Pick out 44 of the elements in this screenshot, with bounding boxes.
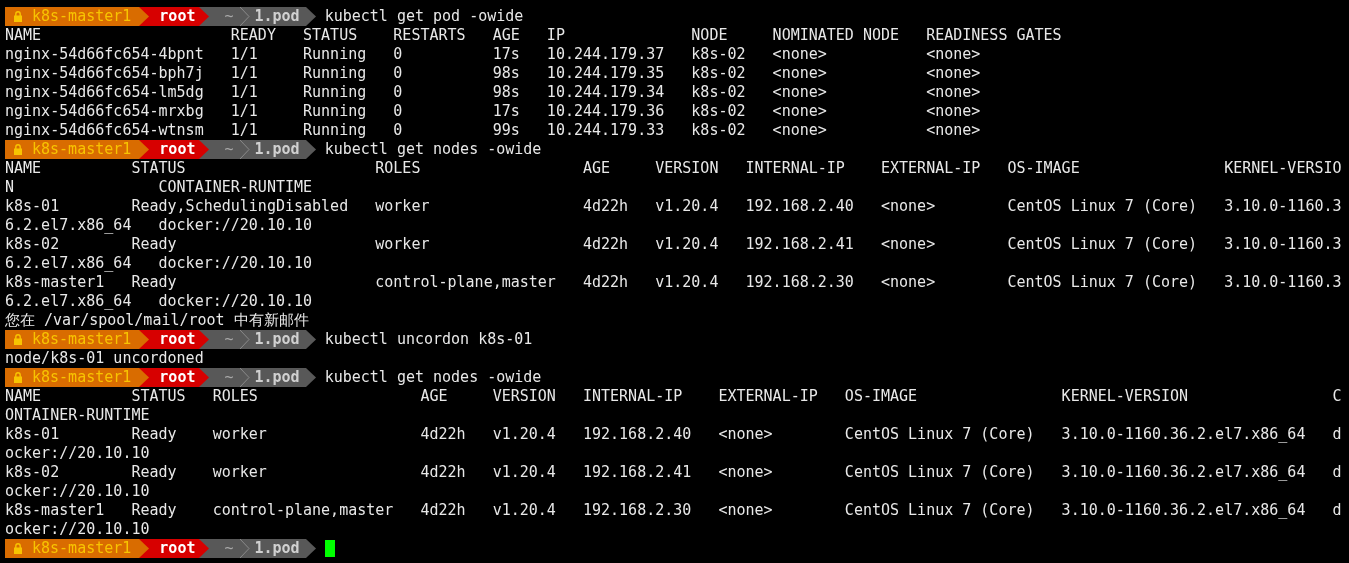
lock-icon (14, 372, 22, 383)
output-line: 6.2.el7.x86_64 docker://20.10.10 (5, 254, 313, 273)
lock-icon (14, 144, 22, 155)
terminal-cursor (324, 540, 335, 557)
output-line: k8s-master1 Ready control-plane,master 4d22h v1.20.4 192.168.2.30 <none> CentOS Linux 7 (Core) 3.10.0-1160.36.2.el7.x86_64 d (5, 501, 1342, 520)
output-line: NAME READY STATUS RESTARTS AGE IP NODE NOMINATED NODE READINESS GATES (5, 26, 1062, 45)
host-name: k8s-master1 (32, 330, 132, 349)
output-line: nginx-54d66fc654-mrxbg 1/1 Running 0 17s 10.244.179.36 k8s-02 <none> <none> (5, 102, 981, 121)
command-text: kubectl uncordon k8s-01 (324, 330, 533, 349)
output-line: nginx-54d66fc654-lm5dg 1/1 Running 0 98s 10.244.179.34 k8s-02 <none> <none> (5, 83, 981, 102)
host-name: k8s-master1 (32, 368, 132, 387)
output-line: ocker://20.10.10 (5, 520, 150, 539)
home-segment: ~ (209, 7, 238, 26)
output-line: NAME STATUS ROLES AGE VERSION INTERNAL-IP EXTERNAL-IP OS-IMAGE KERNEL-VERSIO (5, 159, 1342, 178)
output-line: N CONTAINER-RUNTIME (5, 178, 313, 197)
command-text: kubectl get pod -owide (324, 7, 524, 26)
home-segment: ~ (209, 330, 238, 349)
output-line: ocker://20.10.10 (5, 444, 150, 463)
output-line: 6.2.el7.x86_64 docker://20.10.10 (5, 292, 313, 311)
host-name: k8s-master1 (32, 140, 132, 159)
host-name: k8s-master1 (32, 7, 132, 26)
output-line: ONTAINER-RUNTIME (5, 406, 150, 425)
output-line: nginx-54d66fc654-4bpnt 1/1 Running 0 17s 10.244.179.37 k8s-02 <none> <none> (5, 45, 981, 64)
lock-icon (14, 543, 22, 554)
output-line: k8s-master1 Ready control-plane,master 4d22h v1.20.4 192.168.2.30 <none> CentOS Linux 7 (Core) 3.10.0-1160.3 (5, 273, 1342, 292)
command-text: kubectl get nodes -owide (324, 368, 542, 387)
home-segment: ~ (209, 140, 238, 159)
command-text: kubectl get nodes -owide (324, 140, 542, 159)
output-line: k8s-01 Ready worker 4d22h v1.20.4 192.168.2.40 <none> CentOS Linux 7 (Core) 3.10.0-1160.36.2.el7.x86_64 d (5, 425, 1342, 444)
output-line: ocker://20.10.10 (5, 482, 150, 501)
output-line: nginx-54d66fc654-bph7j 1/1 Running 0 98s 10.244.179.35 k8s-02 <none> <none> (5, 64, 981, 83)
lock-icon (14, 11, 22, 22)
output-line: 您在 /var/spool/mail/root 中有新邮件 (5, 311, 309, 330)
output-line: k8s-02 Ready worker 4d22h v1.20.4 192.168.2.41 <none> CentOS Linux 7 (Core) 3.10.0-1160.3 (5, 235, 1342, 254)
output-line: NAME STATUS ROLES AGE VERSION INTERNAL-IP EXTERNAL-IP OS-IMAGE KERNEL-VERSION C (5, 387, 1342, 406)
output-line: k8s-01 Ready,SchedulingDisabled worker 4d22h v1.20.4 192.168.2.40 <none> CentOS Linux 7 (Core) 3.10.0-1160.3 (5, 197, 1342, 216)
host-name: k8s-master1 (32, 539, 132, 558)
output-line: node/k8s-01 uncordoned (5, 349, 204, 368)
lock-icon (14, 334, 22, 345)
output-line: k8s-02 Ready worker 4d22h v1.20.4 192.168.2.41 <none> CentOS Linux 7 (Core) 3.10.0-1160.36.2.el7.x86_64 d (5, 463, 1342, 482)
output-line: 6.2.el7.x86_64 docker://20.10.10 (5, 216, 313, 235)
home-segment: ~ (209, 539, 238, 558)
home-segment: ~ (209, 368, 238, 387)
output-line: nginx-54d66fc654-wtnsm 1/1 Running 0 99s 10.244.179.33 k8s-02 <none> <none> (5, 121, 981, 140)
